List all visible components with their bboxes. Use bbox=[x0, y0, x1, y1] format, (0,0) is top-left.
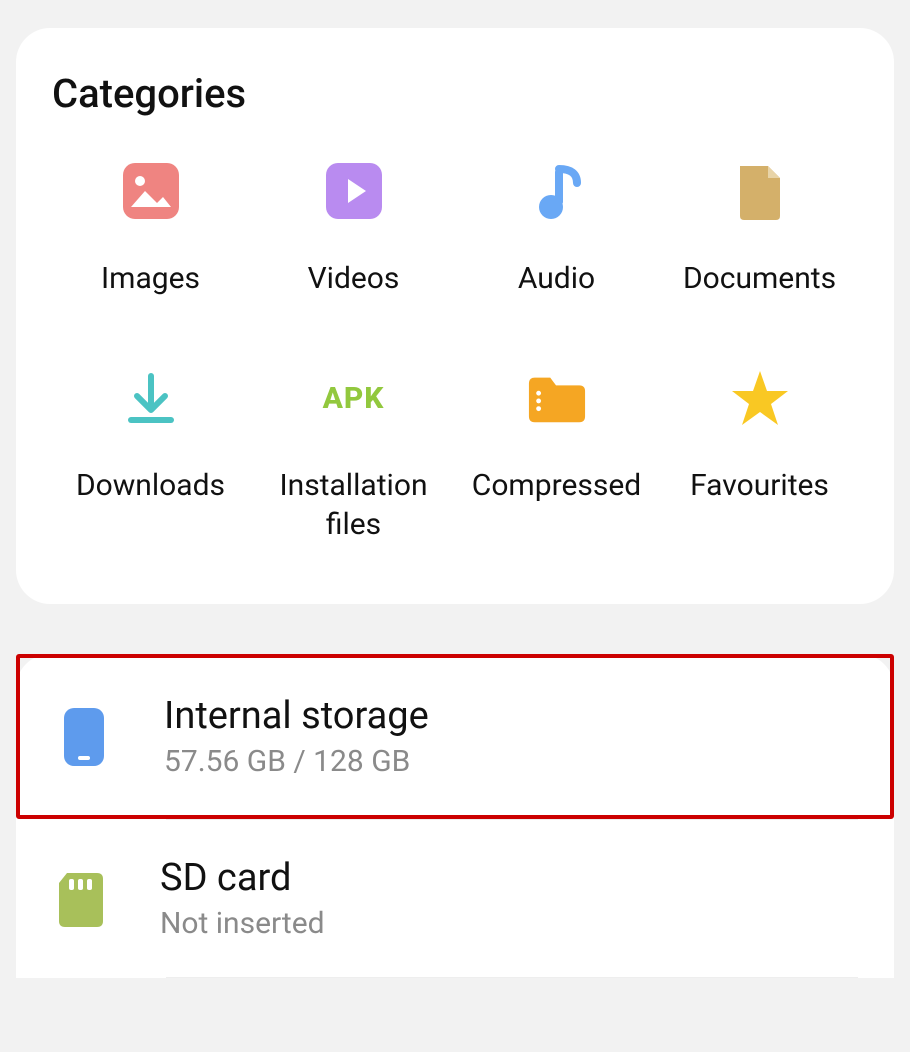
phone-storage-icon bbox=[56, 703, 112, 771]
category-compressed[interactable]: Compressed bbox=[458, 368, 655, 544]
category-downloads[interactable]: Downloads bbox=[52, 368, 249, 544]
divider bbox=[166, 977, 858, 978]
category-label: Audio bbox=[518, 259, 595, 298]
category-label: Documents bbox=[683, 259, 836, 298]
category-videos[interactable]: Videos bbox=[255, 161, 452, 298]
download-icon bbox=[121, 368, 181, 428]
image-icon bbox=[121, 161, 181, 221]
apk-icon: APK bbox=[324, 368, 384, 428]
categories-title: Categories bbox=[52, 70, 858, 117]
video-icon bbox=[324, 161, 384, 221]
category-label: Images bbox=[101, 259, 200, 298]
category-label: Compressed bbox=[472, 466, 641, 505]
storage-internal-subtitle: 57.56 GB / 128 GB bbox=[164, 744, 854, 779]
categories-grid: Images Videos Audio bbox=[52, 161, 858, 544]
categories-card: Categories Images Videos bbox=[16, 28, 894, 604]
storage-text: SD card Not inserted bbox=[160, 856, 858, 941]
star-icon bbox=[730, 368, 790, 428]
category-label: Videos bbox=[308, 259, 400, 298]
storage-text: Internal storage 57.56 GB / 128 GB bbox=[164, 694, 854, 779]
audio-icon bbox=[527, 161, 587, 221]
document-icon bbox=[730, 161, 790, 221]
storage-sdcard-row[interactable]: SD card Not inserted bbox=[16, 820, 894, 977]
category-images[interactable]: Images bbox=[52, 161, 249, 298]
category-label: Favourites bbox=[690, 466, 829, 505]
storage-internal-title: Internal storage bbox=[164, 694, 854, 738]
category-documents[interactable]: Documents bbox=[661, 161, 858, 298]
category-favourites[interactable]: Favourites bbox=[661, 368, 858, 544]
storage-sdcard-title: SD card bbox=[160, 856, 858, 900]
category-label: Installation files bbox=[255, 466, 452, 544]
storage-card: Internal storage 57.56 GB / 128 GB SD ca… bbox=[16, 654, 894, 978]
sdcard-icon bbox=[52, 865, 108, 933]
storage-sdcard-subtitle: Not inserted bbox=[160, 906, 858, 941]
category-installation-files[interactable]: APK Installation files bbox=[255, 368, 452, 544]
category-label: Downloads bbox=[76, 466, 225, 505]
category-audio[interactable]: Audio bbox=[458, 161, 655, 298]
storage-internal-row[interactable]: Internal storage 57.56 GB / 128 GB bbox=[16, 654, 894, 819]
compressed-icon bbox=[527, 368, 587, 428]
